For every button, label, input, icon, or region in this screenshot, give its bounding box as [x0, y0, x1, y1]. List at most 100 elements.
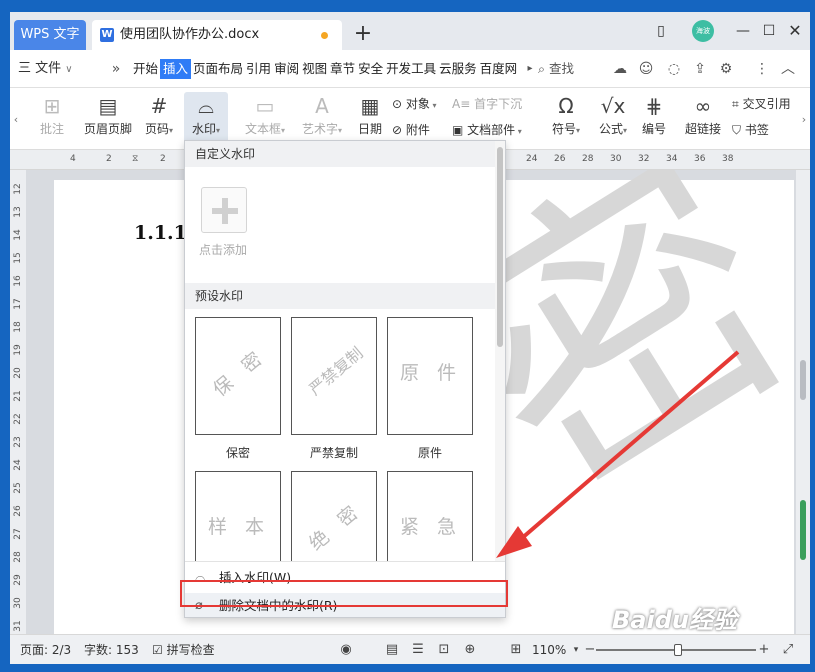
- dropdown-scrollbar[interactable]: [495, 141, 505, 561]
- page-number-label: 页码: [144, 122, 169, 136]
- collapse-ribbon-icon[interactable]: ︿: [778, 59, 798, 79]
- zoom-in-icon[interactable]: +: [756, 642, 772, 658]
- art-text-button[interactable]: A 艺术字▾: [296, 92, 348, 144]
- add-custom-watermark-button[interactable]: [201, 187, 247, 233]
- drop-cap-label: 首字下沉: [474, 97, 523, 111]
- paperclip-icon: ⊘: [392, 123, 403, 137]
- menu-tab-cloud[interactable]: 云服务: [438, 59, 478, 79]
- watermark-icon: ⌓: [198, 94, 214, 118]
- textbox-button[interactable]: ▭ 文本框▾: [240, 92, 290, 144]
- chevron-down-icon: ∨: [65, 64, 73, 75]
- formula-button[interactable]: √x 公式▾: [594, 92, 632, 144]
- attachment-button[interactable]: ⊘ 附件: [392, 120, 430, 140]
- share-icon[interactable]: ⇪: [690, 59, 710, 79]
- word-count[interactable]: 字数: 153: [84, 635, 139, 664]
- art-text-label: 艺术字: [301, 122, 338, 136]
- outline-view-icon[interactable]: ☰: [410, 642, 426, 658]
- ruler-tick: 23: [13, 436, 23, 448]
- minimize-icon[interactable]: —: [732, 18, 754, 44]
- page-view-icon[interactable]: ▤: [384, 642, 400, 658]
- menu-tab-review[interactable]: 审阅: [273, 59, 300, 79]
- page-indicator[interactable]: 页面: 2/3: [20, 635, 71, 664]
- zoom-slider-handle[interactable]: [674, 644, 682, 656]
- double-chevron-icon[interactable]: »: [106, 59, 126, 79]
- maximize-icon[interactable]: ☐: [758, 18, 780, 44]
- gear-icon[interactable]: ⚙: [716, 59, 736, 79]
- doc-parts-button[interactable]: ▣ 文档部件 ▾: [452, 120, 522, 140]
- file-menu-label: 三 文件: [18, 61, 62, 76]
- cloud-sync-icon[interactable]: ☁: [610, 59, 630, 79]
- comment-icon: ⊞: [43, 94, 61, 118]
- preset-preview-text: 紧 急: [399, 516, 463, 538]
- object-button[interactable]: ⊙ 对象 ▾: [392, 94, 436, 114]
- preset-watermark-no-copy[interactable]: 严禁复制: [291, 317, 377, 435]
- eye-protection-icon[interactable]: ◉: [338, 642, 354, 658]
- menu-tab-insert[interactable]: 插入: [160, 59, 192, 79]
- more-options-icon[interactable]: ⋮: [752, 59, 772, 79]
- tab-wps-home[interactable]: WPS 文字: [14, 20, 86, 50]
- search-icon: ⌕: [538, 61, 546, 76]
- preset-preview-text: 保 密: [209, 344, 271, 402]
- close-icon[interactable]: ✕: [784, 18, 806, 44]
- ruler-tick: 21: [13, 390, 23, 402]
- window-count-icon[interactable]: ▯: [650, 18, 672, 44]
- menu-tab-developer[interactable]: 开发工具: [385, 59, 437, 79]
- reading-view-icon[interactable]: ⊡: [436, 642, 452, 658]
- avatar[interactable]: 海波: [692, 20, 714, 42]
- page-number-button[interactable]: # 页码▾: [140, 92, 178, 144]
- numbering-button[interactable]: ⋕ 编号: [638, 92, 670, 144]
- zoom-level[interactable]: 110%: [532, 635, 566, 664]
- ruler-tick: 12: [13, 183, 23, 195]
- scroll-right-icon[interactable]: ▸: [520, 59, 540, 79]
- comment-bubble-icon[interactable]: ◌: [664, 59, 684, 79]
- drop-cap-button[interactable]: A≡ 首字下沉: [452, 94, 522, 114]
- link-icon: ∞: [694, 94, 712, 118]
- fit-page-icon[interactable]: ⊞: [508, 642, 524, 658]
- symbol-button[interactable]: Ω 符号▾: [546, 92, 586, 144]
- vertical-ruler[interactable]: 12 13 14 15 16 17 18 19 20 21 22 23 24 2…: [10, 170, 26, 634]
- tab-document[interactable]: W 使用团队协作办公.docx: [92, 20, 342, 50]
- bookmark-button[interactable]: ⛉ 书签: [732, 120, 769, 140]
- ribbon-scroll-left-icon[interactable]: ‹: [10, 108, 22, 132]
- scrollbar-position-marker[interactable]: [800, 500, 806, 560]
- menu-tab-start[interactable]: 开始: [132, 59, 159, 79]
- menu-tab-chapter[interactable]: 章节: [329, 59, 356, 79]
- object-label: 对象: [405, 97, 430, 111]
- header-footer-button[interactable]: ▤ 页眉页脚: [82, 92, 134, 144]
- file-menu[interactable]: 三 文件 ∨: [18, 59, 73, 79]
- ribbon-scroll-right-icon[interactable]: ›: [798, 108, 810, 132]
- comment-button[interactable]: ⊞ 批注: [32, 92, 72, 144]
- scrollbar-thumb[interactable]: [800, 360, 806, 400]
- watermark-button[interactable]: ⌓ 水印▾: [184, 92, 228, 144]
- doc-parts-icon: ▣: [452, 123, 464, 137]
- date-button[interactable]: ▦ 日期: [354, 92, 386, 144]
- fullscreen-icon[interactable]: ⤢: [780, 642, 796, 658]
- formula-label: 公式: [598, 122, 623, 136]
- comment-label: 批注: [39, 122, 64, 136]
- indent-marker-icon[interactable]: ⧖: [132, 154, 138, 164]
- search-label: 查找: [549, 61, 575, 76]
- watermark-dropdown: 自定义水印 点击添加 预设水印 保 密 严禁复制 原 件 保密 严禁复制 原件 …: [184, 140, 506, 618]
- search-box[interactable]: ⌕ 查找: [538, 59, 574, 79]
- collaborate-user-icon[interactable]: ☺: [636, 59, 656, 79]
- menu-tab-page-layout[interactable]: 页面布局: [192, 59, 244, 79]
- ruler-tick: 38: [722, 154, 734, 164]
- menu-tab-security[interactable]: 安全: [357, 59, 384, 79]
- web-view-icon[interactable]: ⊕: [462, 642, 478, 658]
- menu-tab-baidu[interactable]: 百度网: [479, 59, 519, 79]
- menu-tabs: 开始 插入 页面布局 引用 审阅 视图 章节 安全 开发工具 云服务 百度网: [132, 59, 519, 79]
- vertical-scrollbar[interactable]: [796, 170, 810, 634]
- dropdown-scrollbar-thumb[interactable]: [497, 147, 503, 347]
- preset-preview-text: 样 本: [207, 516, 271, 538]
- cross-reference-button[interactable]: ⌗ 交叉引用: [732, 94, 791, 114]
- watermark-label: 水印: [191, 122, 216, 136]
- bookmark-icon: ⛉: [732, 123, 742, 137]
- hyperlink-button[interactable]: ∞ 超链接: [682, 92, 724, 144]
- ruler-tick: 29: [13, 574, 23, 586]
- menu-tab-references[interactable]: 引用: [245, 59, 272, 79]
- preset-watermark-original[interactable]: 原 件: [387, 317, 473, 435]
- preset-watermark-confidential[interactable]: 保 密: [195, 317, 281, 435]
- new-tab-plus-icon[interactable]: +: [348, 20, 378, 50]
- menu-tab-view[interactable]: 视图: [301, 59, 328, 79]
- spellcheck-toggle[interactable]: ☑ 拼写检查: [152, 635, 215, 664]
